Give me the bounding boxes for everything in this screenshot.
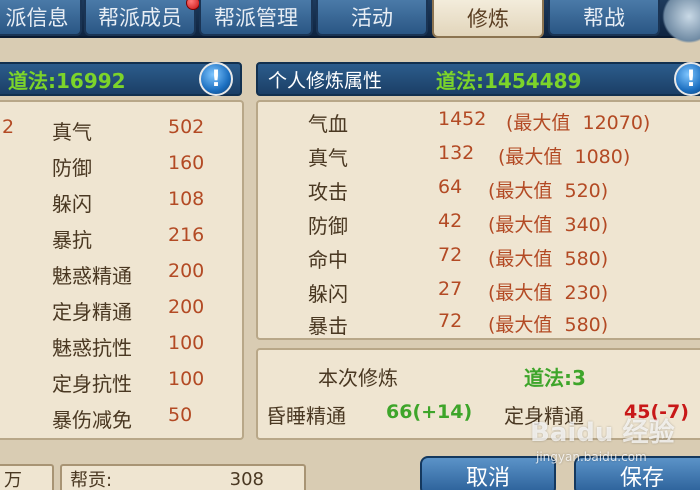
tab-label: 帮派管理 xyxy=(214,6,298,30)
currency-text: 万 xyxy=(4,470,22,490)
stat-name: 定身精通 xyxy=(52,300,132,324)
stat-name: 定身抗性 xyxy=(52,372,132,396)
stat-value: 200 xyxy=(168,296,205,318)
panel-title: 个人修炼属性 xyxy=(268,69,383,92)
tab-faction-info[interactable]: 派信息 xyxy=(0,0,82,36)
exclamation-icon: ! xyxy=(685,66,697,92)
left-stats-panel: 2 真气 502 防御 160 躲闪 108 暴抗 216 魅惑精通 200 定… xyxy=(0,100,244,440)
exclamation-icon: ! xyxy=(210,66,222,92)
stat-value: 50 xyxy=(168,404,193,426)
training-item-value: 66(+14) xyxy=(386,401,473,423)
stat-value: 64 xyxy=(438,176,463,198)
right-info-button[interactable]: ! xyxy=(674,62,700,96)
corner-ornament-icon xyxy=(654,0,700,44)
stat-value: 42 xyxy=(438,210,463,232)
stat-name: 躲闪 xyxy=(52,192,92,216)
contribution-label: 帮贡: xyxy=(70,470,113,490)
left-daofa-label: 道法:16992 xyxy=(8,68,126,93)
stat-value: 502 xyxy=(168,116,205,138)
stat-value: 200 xyxy=(168,260,205,282)
right-panel-header: 个人修炼属性 道法:1454489 xyxy=(256,62,700,96)
tab-label: 派信息 xyxy=(5,6,69,30)
stat-value: 1452 xyxy=(438,108,487,130)
stat-name: 暴抗 xyxy=(52,228,92,252)
tab-label: 帮派成员 xyxy=(98,6,182,30)
stat-name: 魅惑抗性 xyxy=(52,336,132,360)
stat-name: 魅惑精通 xyxy=(52,264,132,288)
stat-name: 攻击 xyxy=(308,180,348,204)
stat-name: 防御 xyxy=(308,214,348,238)
stat-value: 72 xyxy=(438,244,463,266)
left-info-button[interactable]: ! xyxy=(199,62,233,96)
tab-faction-management[interactable]: 帮派管理 xyxy=(199,0,313,36)
stat-max-value: (最大值 580) xyxy=(488,248,609,270)
tab-label: 帮战 xyxy=(583,6,625,30)
stat-max-value: (最大值 340) xyxy=(488,214,609,236)
training-item-name: 昏睡精通 xyxy=(266,404,346,428)
save-label: 保存 xyxy=(619,466,664,490)
currency-field: 万 xyxy=(0,464,54,490)
stat-value: 108 xyxy=(168,188,205,210)
tab-bar: 派信息 帮派成员 帮派管理 活动 修炼 帮战 xyxy=(0,0,700,44)
stat-name: 暴伤减免 xyxy=(52,408,132,432)
partial-stat-value: 2 xyxy=(2,116,15,138)
tab-cultivation[interactable]: 修炼 xyxy=(432,0,544,38)
stat-value: 100 xyxy=(168,368,205,390)
stat-name: 防御 xyxy=(52,156,92,180)
stat-max-value: (最大值 520) xyxy=(488,180,609,202)
right-daofa-label: 道法:1454489 xyxy=(436,68,582,93)
stat-value: 27 xyxy=(438,278,463,300)
notification-dot-icon xyxy=(186,0,200,10)
tab-label: 活动 xyxy=(351,6,393,30)
stat-value: 160 xyxy=(168,152,205,174)
stat-name: 真气 xyxy=(308,146,348,170)
cancel-label: 取消 xyxy=(465,466,510,490)
stat-name: 躲闪 xyxy=(308,282,348,306)
stat-value: 72 xyxy=(438,310,463,332)
stat-name: 气血 xyxy=(308,112,348,136)
contribution-field: 帮贡: 308 xyxy=(60,464,306,490)
stat-name: 命中 xyxy=(308,248,348,272)
tab-faction-war[interactable]: 帮战 xyxy=(548,0,660,36)
stat-value: 100 xyxy=(168,332,205,354)
tab-activities[interactable]: 活动 xyxy=(316,0,428,36)
watermark-url: jingyan.baidu.com xyxy=(536,450,647,464)
stat-value: 216 xyxy=(168,224,205,246)
stat-max-value: (最大值 12070) xyxy=(506,112,651,134)
stat-name: 真气 xyxy=(52,120,92,144)
training-title: 本次修炼 xyxy=(318,366,398,390)
training-daofa-label: 道法:3 xyxy=(524,366,586,390)
stat-max-value: (最大值 230) xyxy=(488,282,609,304)
stat-max-value: (最大值 1080) xyxy=(498,146,631,168)
stat-value: 132 xyxy=(438,142,475,164)
watermark-logo: Baidu 经验 xyxy=(530,418,675,448)
right-stats-panel: 气血 1452 (最大值 12070) 真气 132 (最大值 1080) 攻击… xyxy=(256,100,700,340)
tab-faction-members[interactable]: 帮派成员 xyxy=(84,0,200,36)
stat-max-value: (最大值 580) xyxy=(488,314,609,336)
contribution-value: 308 xyxy=(229,468,264,490)
tab-label: 修炼 xyxy=(467,7,509,31)
stat-name: 暴击 xyxy=(308,314,348,338)
